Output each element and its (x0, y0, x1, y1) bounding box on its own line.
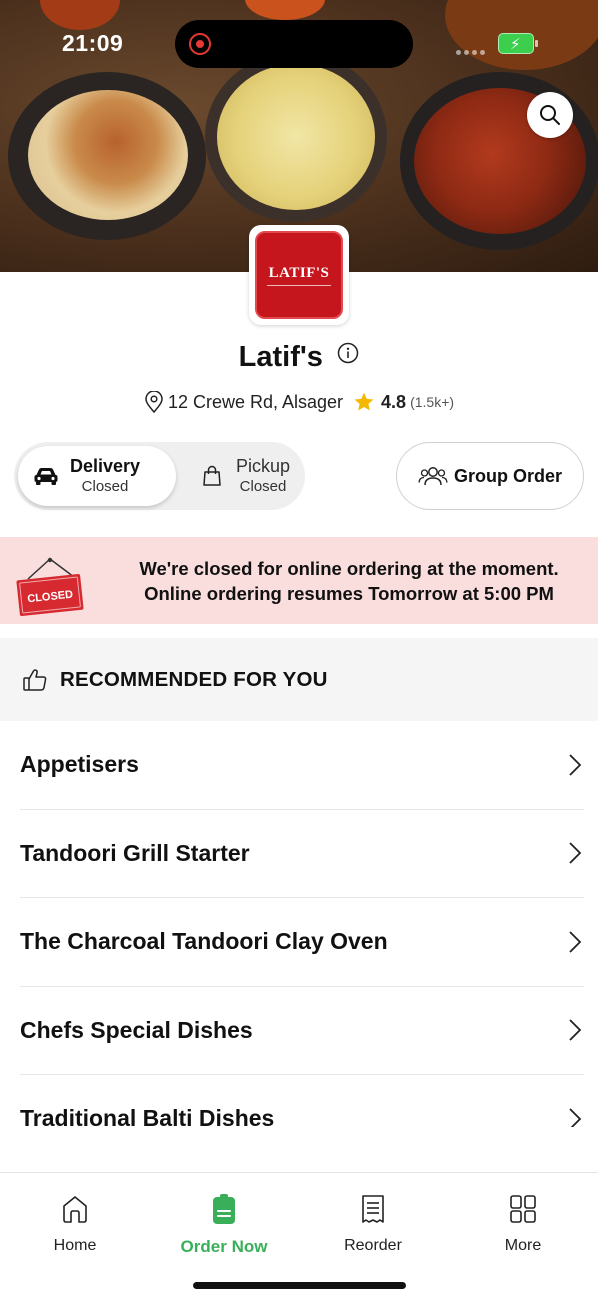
restaurant-meta: 12 Crewe Rd, Alsager 4.8 (1.5k+) (0, 391, 598, 413)
tab-more[interactable]: More (468, 1191, 578, 1255)
category-name: Appetisers (20, 751, 139, 778)
order-now-icon (213, 1194, 235, 1224)
battery-charging-icon: ⚡ (498, 33, 538, 54)
group-people-icon (418, 467, 448, 486)
category-name: Traditional Balti Dishes (20, 1105, 275, 1127)
category-row[interactable]: Traditional Balti Dishes (20, 1075, 584, 1127)
tab-order-now[interactable]: Order Now (169, 1191, 279, 1257)
chevron-right-icon (569, 931, 582, 953)
restaurant-name-row: Latif's (0, 341, 598, 374)
tab-reorder[interactable]: Reorder (318, 1191, 428, 1255)
receipt-icon (362, 1195, 384, 1223)
tab-more-label: More (504, 1237, 542, 1254)
category-name: The Charcoal Tandoori Clay Oven (20, 928, 388, 955)
car-icon (34, 468, 58, 485)
category-row[interactable]: Appetisers (20, 721, 584, 810)
recommended-section-header[interactable]: RECOMMENDED FOR YOU (0, 638, 598, 721)
restaurant-address[interactable]: 12 Crewe Rd, Alsager (168, 392, 343, 413)
logo-text: LATIF'S (268, 264, 330, 281)
tab-reorder-label: Reorder (344, 1237, 402, 1254)
rating-count: (1.5k+) (410, 394, 455, 410)
category-row[interactable]: The Charcoal Tandoori Clay Oven (20, 898, 584, 987)
order-mode-toggle: Delivery Closed Pickup Closed (14, 442, 305, 510)
biryani-plate-image (8, 72, 206, 240)
location-pin-icon (145, 391, 163, 413)
closed-sign-icon: CLOSED (16, 557, 84, 617)
restaurant-logo: LATIF'S (249, 225, 349, 325)
search-icon (540, 105, 560, 125)
restaurant-name: Latif's (238, 341, 323, 373)
pickup-label: Pickup (236, 456, 291, 476)
chevron-right-icon (569, 1108, 582, 1127)
thumbs-up-icon (23, 668, 47, 691)
category-name: Tandoori Grill Starter (20, 839, 250, 866)
info-icon[interactable] (337, 342, 359, 369)
closed-message-line2: Online ordering resumes Tomorrow at 5:00… (144, 583, 554, 604)
recommended-title: RECOMMENDED FOR YOU (60, 667, 328, 691)
chevron-right-icon (569, 1019, 582, 1041)
search-button[interactable] (527, 92, 573, 138)
home-indicator[interactable] (193, 1282, 406, 1289)
category-name: Chefs Special Dishes (20, 1016, 253, 1043)
delivery-option[interactable]: Delivery Closed (18, 446, 176, 506)
category-list: Appetisers Tandoori Grill Starter The Ch… (0, 721, 598, 1127)
status-bar-time: 21:09 (62, 30, 124, 56)
tab-order-now-label: Order Now (180, 1237, 268, 1256)
tab-home[interactable]: Home (20, 1191, 130, 1255)
home-icon (63, 1196, 87, 1223)
sauce-bowl-image (245, 0, 325, 20)
dynamic-island (175, 20, 413, 68)
delivery-label: Delivery (70, 456, 141, 476)
bottom-tab-bar: Home Order Now Reorder More (0, 1172, 598, 1300)
chevron-right-icon (569, 842, 582, 864)
rice-bowl-image (205, 52, 387, 222)
pickup-option[interactable]: Pickup Closed (184, 446, 302, 506)
cellular-signal-icon (456, 42, 490, 55)
delivery-status: Closed (81, 478, 129, 495)
star-icon (354, 392, 374, 411)
group-order-label: Group Order (453, 465, 562, 486)
category-row[interactable]: Chefs Special Dishes (20, 987, 584, 1075)
shopping-bag-icon (203, 465, 221, 486)
spice-bowl-image (40, 0, 120, 30)
grid-icon (510, 1195, 536, 1223)
pickup-status: Closed (239, 478, 287, 495)
rating-value: 4.8 (381, 391, 407, 412)
screen-recording-icon (189, 33, 211, 55)
tandoori-chicken-plate-image (400, 72, 598, 250)
chevron-right-icon (569, 754, 582, 776)
closed-banner: CLOSED We're closed for online ordering … (0, 537, 598, 624)
tab-home-label: Home (53, 1237, 97, 1254)
category-row[interactable]: Tandoori Grill Starter (20, 810, 584, 898)
closed-message-line1: We're closed for online ordering at the … (139, 558, 559, 579)
group-order-button[interactable]: Group Order (396, 442, 584, 510)
